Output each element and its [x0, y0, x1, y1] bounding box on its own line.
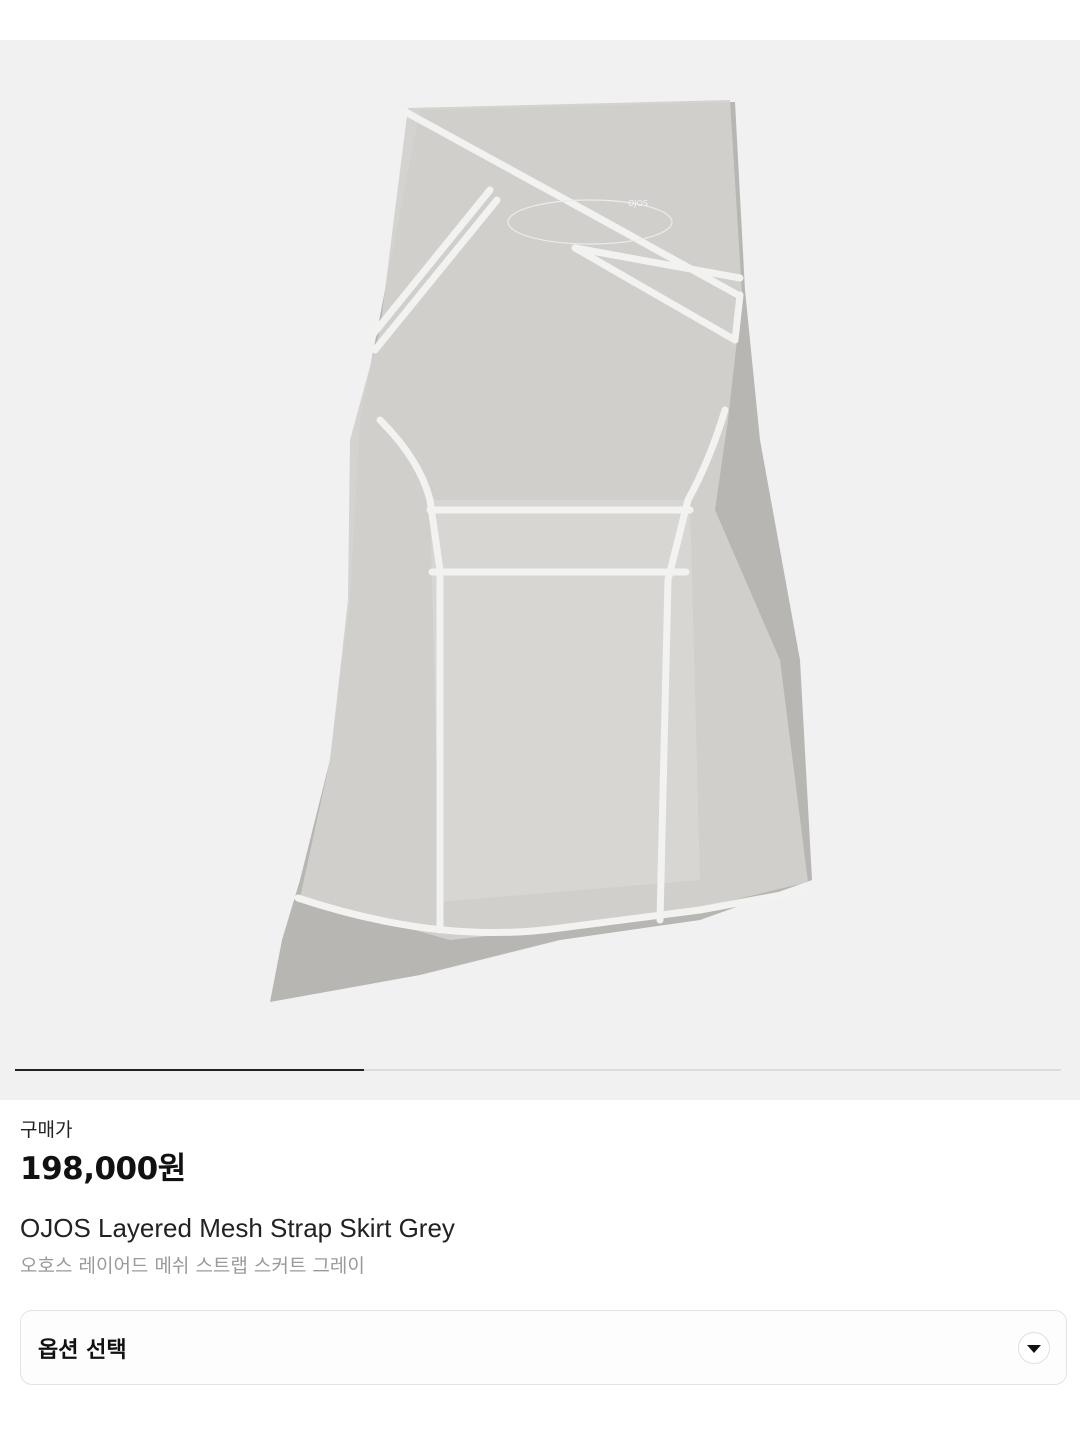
product-name: OJOS Layered Mesh Strap Skirt Grey: [20, 1213, 455, 1243]
price: 198,000원: [20, 1151, 186, 1187]
chevron-down-icon[interactable]: [1018, 1331, 1050, 1364]
slide-indicator-progress: [15, 1069, 364, 1071]
svg-text:OJOS: OJOS: [628, 199, 648, 208]
product-image-gallery[interactable]: OJOS: [0, 40, 1080, 1100]
product-image: OJOS: [270, 100, 812, 1002]
option-select-dropdown[interactable]: 옵션 선택: [20, 1310, 1067, 1385]
price-label: 구매가: [20, 1119, 73, 1141]
option-select-label: 옵션 선택: [38, 1337, 127, 1363]
product-name-korean: 오호스 레이어드 메쉬 스트랩 스커트 그레이: [20, 1255, 365, 1277]
slide-indicator: [15, 1069, 1061, 1071]
